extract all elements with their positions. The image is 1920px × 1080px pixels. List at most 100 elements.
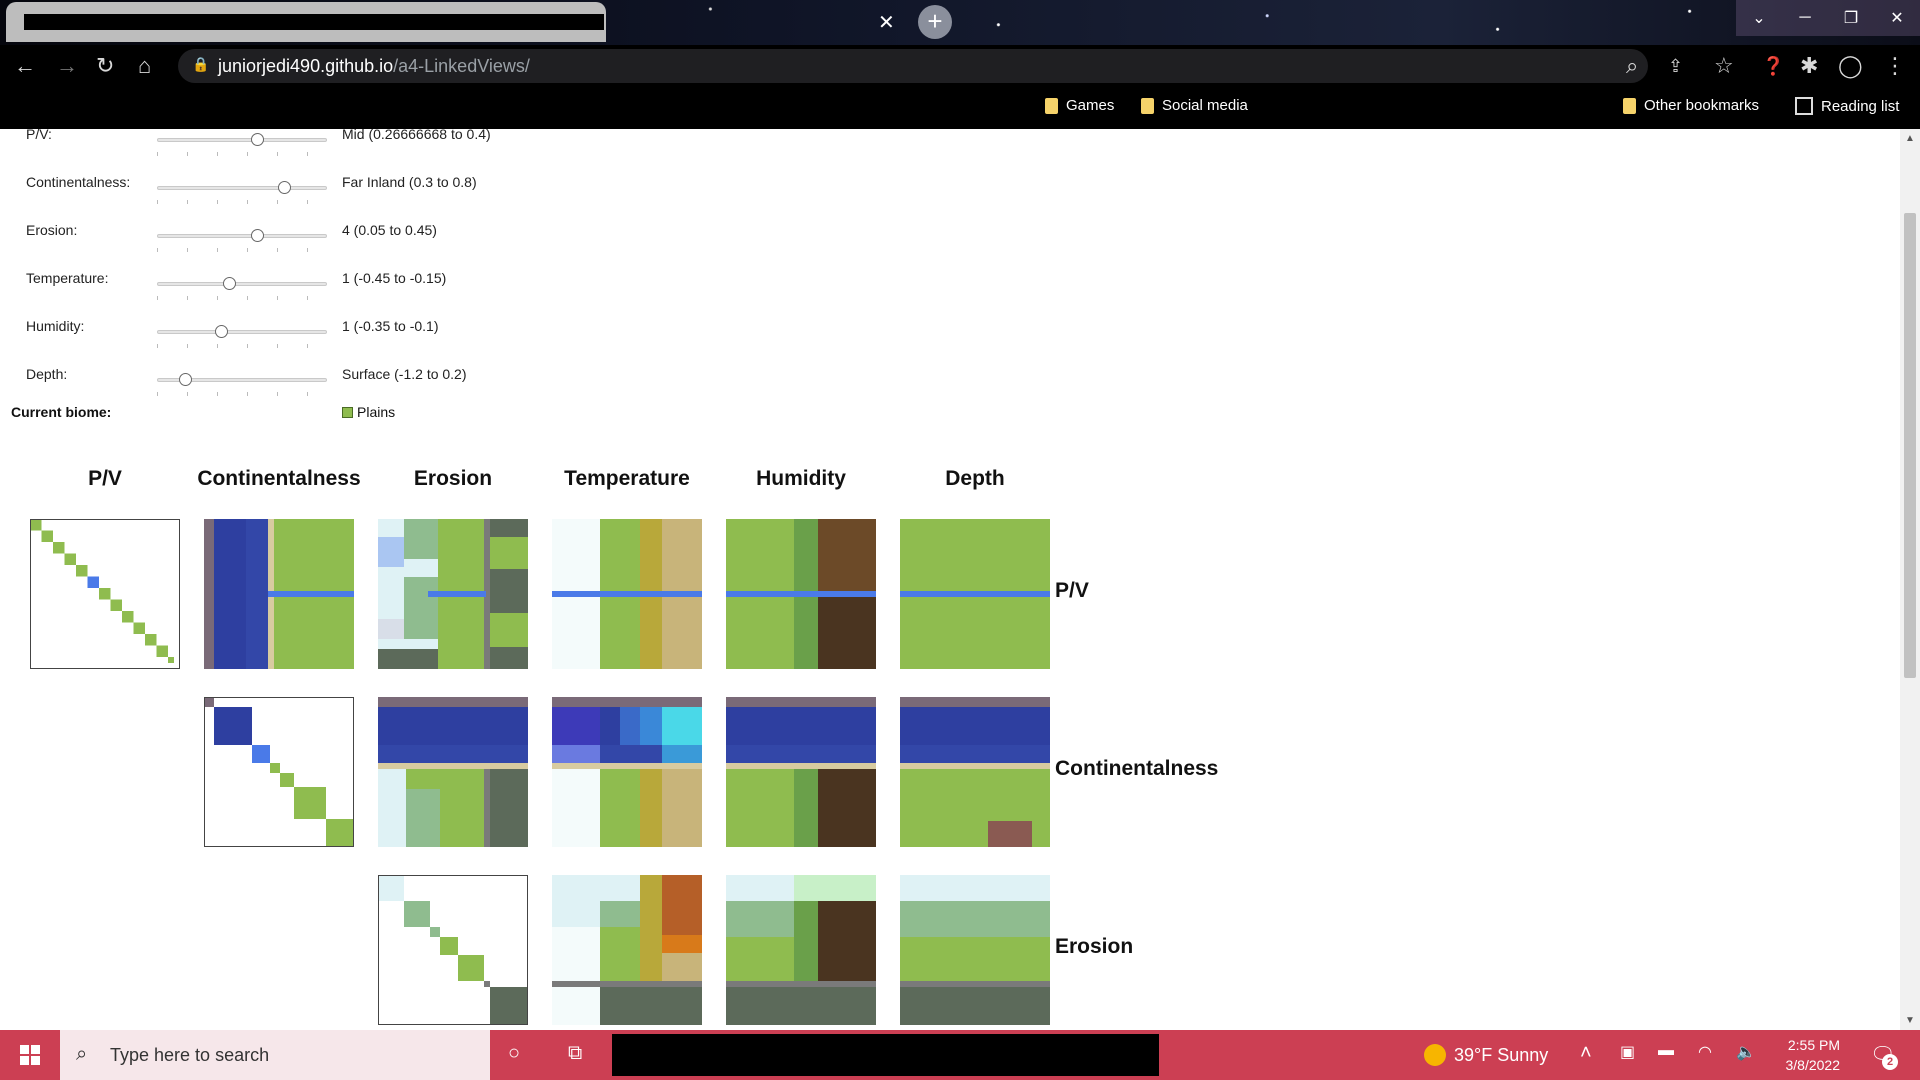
biome-map-cell[interactable] [204, 697, 354, 847]
biome-map [726, 519, 876, 669]
biome-map-cell[interactable] [378, 875, 528, 1025]
close-tab-icon[interactable]: ✕ [878, 10, 895, 35]
biome-map-cell[interactable] [378, 697, 528, 847]
biome-map-cell[interactable] [552, 519, 702, 669]
slider-track[interactable] [157, 282, 327, 286]
system-clock[interactable]: 2:55 PM 3/8/2022 [1760, 1035, 1841, 1075]
biome-region [726, 697, 876, 707]
biome-region [552, 745, 600, 763]
other-bookmarks[interactable]: Other bookmarks [1623, 97, 1759, 114]
folder-icon [1045, 97, 1058, 114]
restore-icon[interactable]: ❐ [1828, 0, 1874, 36]
menu-kebab-icon[interactable]: ⋮ [1884, 54, 1906, 78]
biome-region [428, 591, 486, 597]
range-slider[interactable] [157, 373, 327, 396]
help-extension-icon[interactable]: ❓ [1762, 54, 1784, 78]
range-slider[interactable] [157, 229, 327, 252]
biome-map [204, 519, 354, 669]
tab-search-icon[interactable]: ⌄ [1736, 0, 1782, 36]
volume-icon[interactable]: 🔈 [1736, 1042, 1756, 1062]
url-text[interactable]: juniorjedi490.github.io/a4-LinkedViews/ [218, 56, 530, 77]
battery-icon[interactable]: ▬ [1658, 1042, 1674, 1060]
slider-thumb[interactable] [278, 181, 291, 194]
cortana-icon[interactable]: ○ [508, 1042, 520, 1065]
slider-track[interactable] [157, 234, 327, 238]
meet-now-icon[interactable]: ▣ [1620, 1042, 1635, 1062]
control-row: Erosion: 4 (0.05 to 0.45) [0, 222, 700, 252]
scroll-thumb[interactable] [1904, 213, 1916, 678]
task-view-icon[interactable]: ⧉ [568, 1042, 582, 1065]
range-slider[interactable] [157, 277, 327, 300]
slider-track[interactable] [157, 138, 327, 142]
biome-map-cell[interactable] [552, 875, 702, 1025]
slider-track[interactable] [157, 186, 327, 190]
biome-region [378, 537, 404, 567]
biome-map-cell[interactable] [552, 697, 702, 847]
slider-thumb[interactable] [223, 277, 236, 290]
profile-avatar-icon[interactable]: ◯ [1838, 54, 1863, 78]
lock-icon[interactable]: 🔒 [192, 56, 209, 73]
control-row: Temperature: 1 (-0.45 to -0.15) [0, 270, 700, 300]
scroll-up-arrow-icon[interactable]: ▲ [1905, 133, 1915, 144]
biome-map-cell[interactable] [900, 519, 1050, 669]
control-value: Far Inland (0.3 to 0.8) [342, 174, 477, 190]
biome-region [110, 599, 122, 611]
bookmark-star-icon[interactable]: ☆ [1714, 54, 1734, 78]
active-tab[interactable] [6, 2, 606, 42]
page-scrollbar[interactable]: ▲ ▼ [1900, 129, 1920, 1030]
reading-list[interactable]: Reading list [1795, 97, 1899, 115]
biome-region [268, 591, 354, 597]
back-icon[interactable]: ← [14, 54, 36, 78]
tray-chevron-icon[interactable]: ˄ [1580, 1042, 1592, 1065]
range-slider[interactable] [157, 325, 327, 348]
biome-region [156, 645, 168, 657]
new-tab-button[interactable]: + [918, 5, 952, 39]
biome-map-cell[interactable] [900, 697, 1050, 847]
slider-track[interactable] [157, 330, 327, 334]
reload-icon[interactable]: ↻ [96, 54, 114, 78]
control-value: 1 (-0.45 to -0.15) [342, 270, 447, 286]
biome-map [900, 875, 1050, 1025]
weather-widget[interactable]: 39°F Sunny [1424, 1044, 1548, 1066]
zoom-icon[interactable]: ⌕ [1626, 54, 1638, 78]
start-button[interactable] [0, 1030, 60, 1080]
biome-region [552, 981, 702, 987]
close-window-icon[interactable]: ✕ [1874, 0, 1920, 36]
extensions-puzzle-icon[interactable]: ✱ [1800, 54, 1818, 78]
minimize-icon[interactable]: ─ [1782, 0, 1828, 36]
slider-thumb[interactable] [251, 133, 264, 146]
row-header: P/V [1055, 579, 1089, 602]
wifi-icon[interactable]: ◠ [1698, 1042, 1712, 1062]
taskbar-search-box[interactable]: ⌕ Type here to search [60, 1030, 490, 1080]
address-bar[interactable]: 🔒 juniorjedi490.github.io/a4-LinkedViews… [178, 49, 1683, 83]
biome-map-cell[interactable] [726, 875, 876, 1025]
biome-map-cell[interactable] [726, 519, 876, 669]
biome-map-cell[interactable] [30, 519, 180, 669]
home-icon[interactable]: ⌂ [138, 54, 151, 78]
biome-region [552, 763, 702, 769]
control-row: P/V: Mid (0.26666668 to 0.4) [0, 129, 700, 156]
biome-map-cell[interactable] [900, 875, 1050, 1025]
biome-region [900, 901, 1050, 937]
range-slider[interactable] [157, 181, 327, 204]
slider-thumb[interactable] [179, 373, 192, 386]
range-slider[interactable] [157, 133, 327, 156]
biome-map-cell[interactable] [204, 519, 354, 669]
scroll-down-arrow-icon[interactable]: ▼ [1905, 1015, 1915, 1026]
forward-icon[interactable]: → [56, 54, 78, 78]
biome-map-cell[interactable] [378, 519, 528, 669]
biome-region [490, 647, 528, 669]
bookmark-social-media[interactable]: Social media [1141, 97, 1248, 114]
slider-thumb[interactable] [215, 325, 228, 338]
biome-region [900, 987, 1050, 1025]
biome-region [726, 981, 876, 987]
search-icon: ⌕ [76, 1043, 88, 1065]
reading-list-icon [1795, 97, 1813, 115]
url-path: /a4-LinkedViews/ [393, 56, 530, 76]
slider-thumb[interactable] [251, 229, 264, 242]
biome-region [490, 569, 528, 613]
biome-region [988, 821, 1032, 847]
share-icon[interactable]: ⇪ [1668, 54, 1683, 78]
biome-map-cell[interactable] [726, 697, 876, 847]
bookmark-games[interactable]: Games [1045, 97, 1114, 114]
